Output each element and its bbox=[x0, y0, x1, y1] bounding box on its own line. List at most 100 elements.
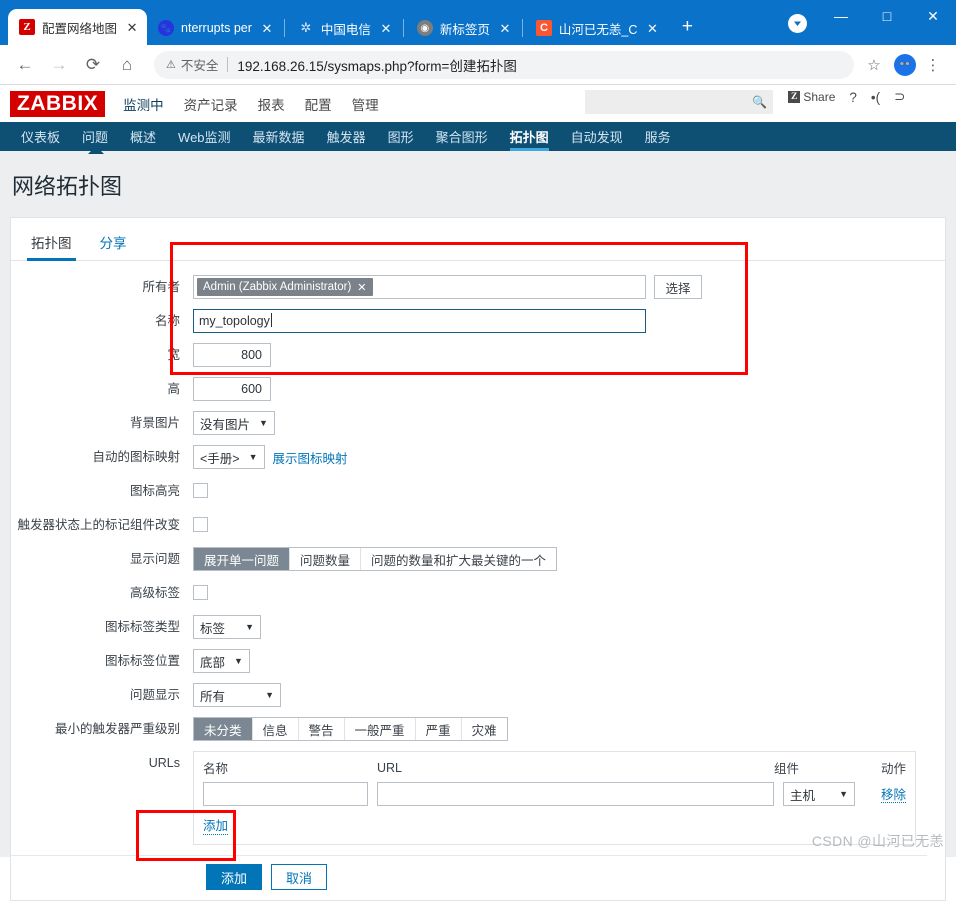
share-button[interactable]: Z Share bbox=[788, 90, 835, 104]
tab-map[interactable]: 拓扑图 bbox=[27, 228, 75, 261]
main-menu-item-inventory[interactable]: 资产记录 bbox=[184, 90, 238, 118]
subnav-item-services[interactable]: 服务 bbox=[634, 122, 682, 151]
help-icon[interactable]: ? bbox=[849, 90, 857, 105]
text-caret bbox=[270, 313, 272, 327]
cancel-button[interactable]: 取消 bbox=[271, 864, 328, 890]
security-label: 不安全 bbox=[180, 59, 219, 73]
owner-select-button[interactable]: 选择 bbox=[654, 275, 702, 299]
subnav-item-triggers[interactable]: 触发器 bbox=[316, 122, 377, 151]
problem-display-option-2[interactable]: 问题的数量和扩大最关键的一个 bbox=[360, 548, 557, 570]
browser-tab-0[interactable]: Z 配置网络地图 ✕ bbox=[8, 9, 148, 45]
chevron-down-icon: ▼ bbox=[259, 418, 268, 428]
name-input[interactable]: my_topology bbox=[193, 309, 646, 333]
urls-add-link[interactable]: 添加 bbox=[203, 815, 229, 835]
browser-toolbar: ← → ⟳ ⌂ ⚠ 不安全 192.168.26.15/sysmaps.php?… bbox=[0, 45, 956, 85]
min-severity-option-5[interactable]: 灾难 bbox=[460, 718, 507, 740]
subnav-item-maps[interactable]: 拓扑图 bbox=[499, 122, 560, 151]
close-icon[interactable]: ✕ bbox=[644, 20, 660, 36]
reload-icon[interactable]: ⟳ bbox=[78, 50, 108, 80]
menu-pointer bbox=[88, 146, 104, 154]
browser-tab-2[interactable]: ✲ 中国电信 ✕ bbox=[287, 11, 401, 45]
signout-icon[interactable]: ⊃ bbox=[894, 89, 905, 105]
support-icon[interactable]: •( bbox=[871, 90, 880, 105]
subnav-item-screens[interactable]: 聚合图形 bbox=[425, 122, 499, 151]
field-problem-display: 显示问题 展开单一问题 问题数量 问题的数量和扩大最关键的一个 bbox=[11, 547, 927, 571]
tab-sharing[interactable]: 分享 bbox=[98, 228, 129, 260]
address-bar[interactable]: ⚠ 不安全 192.168.26.15/sysmaps.php?form=创建拓… bbox=[154, 50, 854, 79]
main-menu-item-monitoring[interactable]: 监测中 bbox=[123, 90, 164, 118]
main-menu-item-reports[interactable]: 报表 bbox=[258, 90, 285, 118]
advanced-labels-label: 高级标签 bbox=[129, 586, 180, 600]
urls-col-action: 动作 bbox=[880, 762, 906, 776]
subnav-item-latest-data[interactable]: 最新数据 bbox=[242, 122, 316, 151]
icon-mapping-select[interactable]: <手册> ▼ bbox=[193, 445, 265, 469]
subnav-item-overview[interactable]: 概述 bbox=[119, 122, 167, 151]
browser-tab-bar: Z 配置网络地图 ✕ 🐾 nterrupts per ✕ ✲ 中国电信 ✕ ◉ … bbox=[0, 0, 956, 45]
submit-button[interactable]: 添加 bbox=[206, 864, 263, 890]
main-menu: 监测中 资产记录 报表 配置 管理 bbox=[123, 90, 379, 118]
browser-tab-title: 山河已无恙_C bbox=[558, 22, 638, 37]
browser-tab-3[interactable]: ◉ 新标签页 ✕ bbox=[406, 11, 520, 45]
subnav-item-web[interactable]: Web监测 bbox=[167, 122, 242, 151]
owner-multiselect[interactable]: Admin (Zabbix Administrator) ✕ bbox=[193, 275, 646, 299]
icon-label-location-select[interactable]: 底部 ▼ bbox=[193, 649, 250, 673]
icon-highlight-label: 图标高亮 bbox=[129, 484, 180, 498]
tab-divider bbox=[402, 19, 404, 37]
main-menu-item-administration[interactable]: 管理 bbox=[352, 90, 379, 118]
width-input[interactable]: 800 bbox=[193, 343, 271, 367]
url-value-input[interactable] bbox=[377, 782, 774, 806]
width-label: 宽 bbox=[167, 348, 180, 362]
min-severity-option-1[interactable]: 信息 bbox=[251, 718, 298, 740]
minimize-button[interactable]: — bbox=[818, 0, 864, 32]
field-icon-mapping: 自动的图标映射 <手册> ▼ 展示图标映射 bbox=[11, 445, 927, 469]
chevron-down-icon: ▼ bbox=[245, 622, 254, 632]
browser-tab-1[interactable]: 🐾 nterrupts per ✕ bbox=[147, 11, 282, 45]
chevron-down-icon: ▼ bbox=[839, 789, 848, 799]
zabbix-logo[interactable]: ZABBIX bbox=[10, 90, 106, 117]
height-input[interactable]: 600 bbox=[193, 377, 271, 401]
close-icon[interactable]: ✕ bbox=[259, 20, 275, 36]
forward-icon[interactable]: → bbox=[44, 50, 74, 80]
avatar[interactable]: 👓 bbox=[894, 53, 916, 76]
icon-highlight-checkbox[interactable] bbox=[193, 483, 208, 498]
maximize-button[interactable]: □ bbox=[864, 0, 910, 32]
browser-menu-icon[interactable]: ⋮ bbox=[920, 51, 946, 79]
close-window-button[interactable]: ✕ bbox=[910, 0, 956, 32]
home-icon[interactable]: ⌂ bbox=[112, 50, 142, 80]
problem-display-option-0[interactable]: 展开单一问题 bbox=[194, 548, 290, 570]
close-icon[interactable]: ✕ bbox=[124, 19, 140, 35]
new-tab-button[interactable]: + bbox=[673, 13, 701, 41]
advanced-labels-checkbox[interactable] bbox=[193, 585, 208, 600]
min-severity-option-3[interactable]: 一般严重 bbox=[343, 718, 415, 740]
field-urls: URLs 名称 URL 组件 动作 主机 ▼ 移除 添加 bbox=[11, 751, 927, 845]
show-icon-mapping-link[interactable]: 展示图标映射 bbox=[273, 448, 348, 467]
mark-changed-checkbox[interactable] bbox=[193, 517, 208, 532]
min-severity-option-4[interactable]: 严重 bbox=[414, 718, 461, 740]
main-menu-item-configuration[interactable]: 配置 bbox=[305, 90, 332, 118]
min-severity-option-2[interactable]: 警告 bbox=[297, 718, 344, 740]
subnav-item-dashboard[interactable]: 仪表板 bbox=[10, 122, 71, 151]
urls-table-header: 名称 URL 组件 动作 bbox=[203, 758, 906, 782]
subnav-item-graphs[interactable]: 图形 bbox=[377, 122, 425, 151]
back-icon[interactable]: ← bbox=[10, 50, 40, 80]
min-severity-option-0[interactable]: 未分类 bbox=[194, 718, 252, 740]
url-element-select[interactable]: 主机 ▼ bbox=[783, 782, 855, 806]
subnav-item-discovery[interactable]: 自动发现 bbox=[560, 122, 634, 151]
close-icon[interactable]: ✕ bbox=[378, 20, 394, 36]
url-text: 192.168.26.15/sysmaps.php?form=创建拓扑图 bbox=[237, 58, 517, 74]
url-remove-link[interactable]: 移除 bbox=[880, 788, 906, 803]
bookmark-star-icon[interactable]: ☆ bbox=[860, 51, 888, 79]
search-icon[interactable]: 🔍 bbox=[752, 95, 767, 109]
problem-display-option-1[interactable]: 问题数量 bbox=[289, 548, 361, 570]
icon-label-type-select[interactable]: 标签 ▼ bbox=[193, 615, 261, 639]
close-icon[interactable]: ✕ bbox=[357, 281, 366, 294]
url-name-input[interactable] bbox=[203, 782, 368, 806]
field-mark-changed: 触发器状态上的标记组件改变 bbox=[11, 513, 927, 537]
downloads-icon[interactable] bbox=[788, 14, 807, 33]
problem-show-select[interactable]: 所有 ▼ bbox=[193, 683, 281, 707]
browser-tab-4[interactable]: C 山河已无恙_C ✕ bbox=[525, 11, 667, 45]
search-input[interactable]: 🔍 bbox=[585, 90, 773, 114]
close-icon[interactable]: ✕ bbox=[497, 20, 513, 36]
background-image-select[interactable]: 没有图片 ▼ bbox=[193, 411, 275, 435]
field-icon-label-type: 图标标签类型 标签 ▼ bbox=[11, 615, 927, 639]
